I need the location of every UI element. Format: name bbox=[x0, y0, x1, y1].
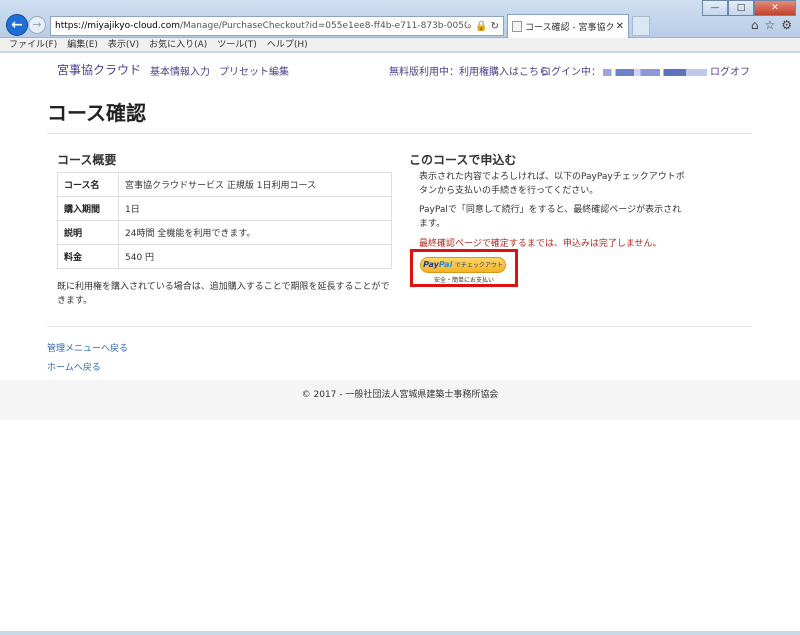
menu-edit[interactable]: 編集(E) bbox=[67, 38, 98, 51]
nav-login-status[interactable]: ログイン中： bbox=[541, 63, 707, 78]
back-to-home-link[interactable]: ホームへ戻る bbox=[47, 360, 101, 373]
row-value: 宮事協クラウドサービス 正規版 1日利用コース bbox=[118, 172, 392, 197]
paypal-button-label: でチェックアウト bbox=[454, 262, 503, 269]
table-row: コース名 宮事協クラウドサービス 正規版 1日利用コース bbox=[57, 172, 392, 197]
row-value: 1日 bbox=[118, 196, 392, 221]
apply-title: このコースで申込む bbox=[409, 153, 517, 167]
browser-tab[interactable]: コース確認 - 宮事協クラ... ✕ bbox=[507, 14, 629, 38]
extension-note: 既に利用権を購入されている場合は、追加購入することで期限を延長することができます… bbox=[57, 282, 390, 306]
back-button[interactable]: ← bbox=[6, 14, 28, 36]
browser-titlebar: ← → https://miyajikyo-cloud.com/Manage/P… bbox=[0, 0, 800, 38]
copyright: © 2017 - 一般社団法人宮城県建築士事務所協会 bbox=[301, 390, 499, 400]
divider bbox=[47, 326, 752, 327]
menu-bar: ファイル(F) 編集(E) 表示(V) お気に入り(A) ツール(T) ヘルプ(… bbox=[0, 38, 800, 52]
menu-help[interactable]: ヘルプ(H) bbox=[267, 38, 308, 51]
nav-basic-info[interactable]: 基本情報入力 bbox=[150, 63, 210, 78]
nav-logout[interactable]: ログオフ bbox=[710, 63, 750, 78]
star-icon[interactable]: ☆ bbox=[764, 18, 775, 32]
row-key: 説明 bbox=[57, 220, 119, 245]
brand-link[interactable]: 宮事協クラウド bbox=[57, 61, 141, 78]
table-row: 料金 540 円 bbox=[57, 244, 392, 269]
row-key: 購入期間 bbox=[57, 196, 119, 221]
lock-icon[interactable]: 🔒 bbox=[475, 21, 487, 32]
login-label: ログイン中： bbox=[541, 67, 601, 78]
paypal-description: PayPalで「同意して続行」をすると、最終確認ページが表示されます。 bbox=[419, 205, 682, 229]
close-icon[interactable]: ✕ bbox=[616, 21, 624, 32]
page-icon bbox=[512, 21, 522, 32]
maximize-button[interactable]: □ bbox=[728, 0, 754, 16]
web-page: 宮事協クラウド 基本情報入力 プリセット編集 無料版利用中：利用権購入はこちら … bbox=[0, 53, 800, 631]
paypal-logo-icon: PayPal bbox=[423, 260, 453, 269]
minimize-button[interactable]: — bbox=[702, 0, 728, 16]
site-navbar: 宮事協クラウド 基本情報入力 プリセット編集 無料版利用中：利用権購入はこちら … bbox=[0, 53, 800, 85]
course-overview-title: コース概要 bbox=[57, 153, 117, 167]
nav-preset-edit[interactable]: プリセット編集 bbox=[219, 63, 289, 78]
menu-tools[interactable]: ツール(T) bbox=[217, 38, 257, 51]
completion-warning: 最終確認ページで確定するまでは、申込みは完了しません。 bbox=[419, 239, 662, 249]
divider bbox=[47, 133, 752, 134]
menu-file[interactable]: ファイル(F) bbox=[9, 38, 57, 51]
url-path: /Manage/PurchaseCheckout?id=055e1ee8-ff4… bbox=[179, 21, 467, 31]
table-row: 購入期間 1日 bbox=[57, 196, 392, 221]
paypal-checkout-button[interactable]: PayPal でチェックアウト bbox=[420, 257, 506, 273]
apply-description: 表示された内容でよろしければ、以下のPayPayチェックアウトボタンから支払いの… bbox=[419, 172, 685, 196]
back-arrow-icon: ← bbox=[11, 17, 23, 33]
row-value: 24時間 全機能を利用できます。 bbox=[118, 220, 392, 245]
address-bar[interactable]: https://miyajikyo-cloud.com/Manage/Purch… bbox=[50, 16, 504, 36]
page-title: コース確認 bbox=[47, 101, 146, 125]
paypal-highlight-box: PayPal でチェックアウト 安全・簡単にお支払い bbox=[410, 249, 518, 287]
search-icon[interactable]: ⌕ bbox=[467, 21, 473, 32]
footer: © 2017 - 一般社団法人宮城県建築士事務所協会 bbox=[0, 380, 800, 420]
tab-title: コース確認 - 宮事協クラ... bbox=[525, 23, 613, 33]
url-host: https://miyajikyo-cloud.com bbox=[55, 21, 180, 31]
window-controls: — □ ✕ bbox=[702, 0, 796, 16]
forward-button[interactable]: → bbox=[28, 16, 46, 34]
row-value: 540 円 bbox=[118, 244, 392, 269]
row-key: 料金 bbox=[57, 244, 119, 269]
browser-tools: ⌂ ☆ ⚙ bbox=[751, 18, 792, 32]
address-url[interactable]: https://miyajikyo-cloud.com/Manage/Purch… bbox=[55, 21, 467, 31]
home-icon[interactable]: ⌂ bbox=[751, 18, 759, 32]
gear-icon[interactable]: ⚙ bbox=[781, 18, 792, 32]
row-key: コース名 bbox=[57, 172, 119, 197]
redacted-username bbox=[603, 68, 707, 76]
refresh-icon[interactable]: ↻ bbox=[491, 21, 499, 32]
forward-arrow-icon: → bbox=[32, 18, 42, 31]
window-close-button[interactable]: ✕ bbox=[754, 0, 796, 16]
menu-view[interactable]: 表示(V) bbox=[108, 38, 139, 51]
back-to-management-link[interactable]: 管理メニューへ戻る bbox=[47, 341, 128, 354]
menu-favorites[interactable]: お気に入り(A) bbox=[149, 38, 207, 51]
address-icons: ⌕ 🔒 ↻ bbox=[467, 21, 499, 32]
course-table: コース名 宮事協クラウドサービス 正規版 1日利用コース 購入期間 1日 説明 … bbox=[57, 172, 392, 269]
paypal-subtext: 安全・簡単にお支払い bbox=[433, 277, 494, 284]
nav-trial-purchase[interactable]: 無料版利用中：利用権購入はこちら bbox=[389, 63, 549, 78]
new-tab-button[interactable] bbox=[632, 16, 650, 36]
table-row: 説明 24時間 全機能を利用できます。 bbox=[57, 220, 392, 245]
